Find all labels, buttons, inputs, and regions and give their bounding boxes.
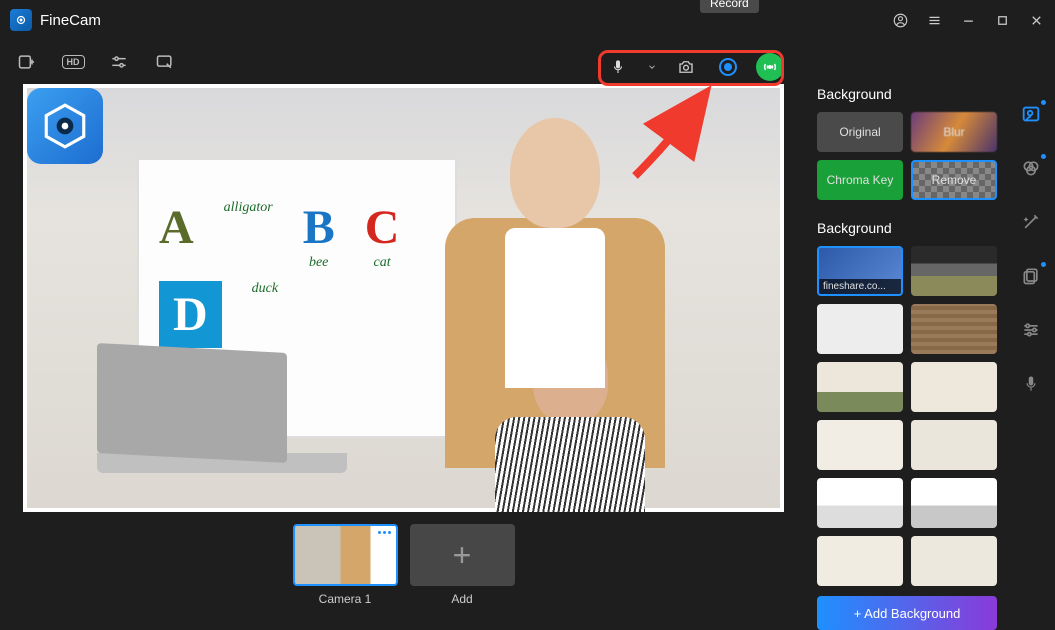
bg-thumb-11[interactable] <box>911 536 997 586</box>
background-panel: Background Original Blur Chroma Key Remo… <box>807 84 1007 630</box>
hd-button[interactable]: HD <box>60 51 86 73</box>
watermark-icon <box>27 88 103 164</box>
bg-mode-chroma[interactable]: Chroma Key <box>817 160 903 200</box>
bg-thumb-8[interactable] <box>817 478 903 528</box>
recording-controls <box>604 53 784 81</box>
mic-dropdown-icon[interactable] <box>646 53 658 81</box>
bg-mode-remove[interactable]: Remove <box>911 160 997 200</box>
app-logo-icon <box>10 9 32 31</box>
bg-mode-blur[interactable]: Blur <box>911 112 997 152</box>
bg-thumb-4[interactable] <box>817 362 903 412</box>
bg-thumb-6[interactable] <box>817 420 903 470</box>
scene-strip: Camera 1 + Add <box>293 524 515 606</box>
bg-thumb-7[interactable] <box>911 420 997 470</box>
stream-button[interactable] <box>756 53 784 81</box>
bg-thumb-0[interactable]: fineshare.co... <box>817 246 903 296</box>
rail-filter-icon[interactable] <box>1019 156 1043 180</box>
scene-thumb-1[interactable] <box>293 524 398 586</box>
maximize-button[interactable] <box>993 11 1011 29</box>
bg-thumb-5[interactable] <box>911 362 997 412</box>
record-button[interactable] <box>714 53 742 81</box>
background-heading-2: Background <box>817 220 997 236</box>
record-tooltip: Record <box>700 0 759 13</box>
bg-thumb-2[interactable] <box>817 304 903 354</box>
right-rail <box>1007 84 1055 630</box>
laptop-prop <box>97 348 357 488</box>
toolbar: HD <box>0 40 1055 84</box>
bg-thumb-9[interactable] <box>911 478 997 528</box>
add-background-button[interactable]: + Add Background <box>817 596 997 630</box>
app-title: FineCam <box>40 12 101 29</box>
background-heading: Background <box>817 86 997 102</box>
rail-layers-icon[interactable] <box>1019 264 1043 288</box>
account-icon[interactable] <box>891 11 909 29</box>
preview-canvas[interactable]: A alligator Bbee Ccat D duck <box>23 84 784 512</box>
scene-label: Camera 1 <box>293 592 398 606</box>
bg-thumb-1[interactable] <box>911 246 997 296</box>
rail-mic-icon[interactable] <box>1019 372 1043 396</box>
mic-button[interactable] <box>604 53 632 81</box>
background-thumbnails: fineshare.co... <box>817 246 997 586</box>
rail-background-icon[interactable] <box>1019 102 1043 126</box>
adjust-icon[interactable] <box>106 51 132 73</box>
titlebar: FineCam <box>0 0 1055 40</box>
snapshot-button[interactable] <box>672 53 700 81</box>
bg-mode-original[interactable]: Original <box>817 112 903 152</box>
add-source-button[interactable] <box>14 51 40 73</box>
minimize-button[interactable] <box>959 11 977 29</box>
bg-thumb-10[interactable] <box>817 536 903 586</box>
menu-icon[interactable] <box>925 11 943 29</box>
close-button[interactable] <box>1027 11 1045 29</box>
add-scene-button[interactable]: + <box>410 524 515 586</box>
bg-thumb-3[interactable] <box>911 304 997 354</box>
rail-sliders-icon[interactable] <box>1019 318 1043 342</box>
annotate-icon[interactable] <box>152 51 178 73</box>
add-scene-label: Add <box>410 592 515 606</box>
rail-magic-icon[interactable] <box>1019 210 1043 234</box>
